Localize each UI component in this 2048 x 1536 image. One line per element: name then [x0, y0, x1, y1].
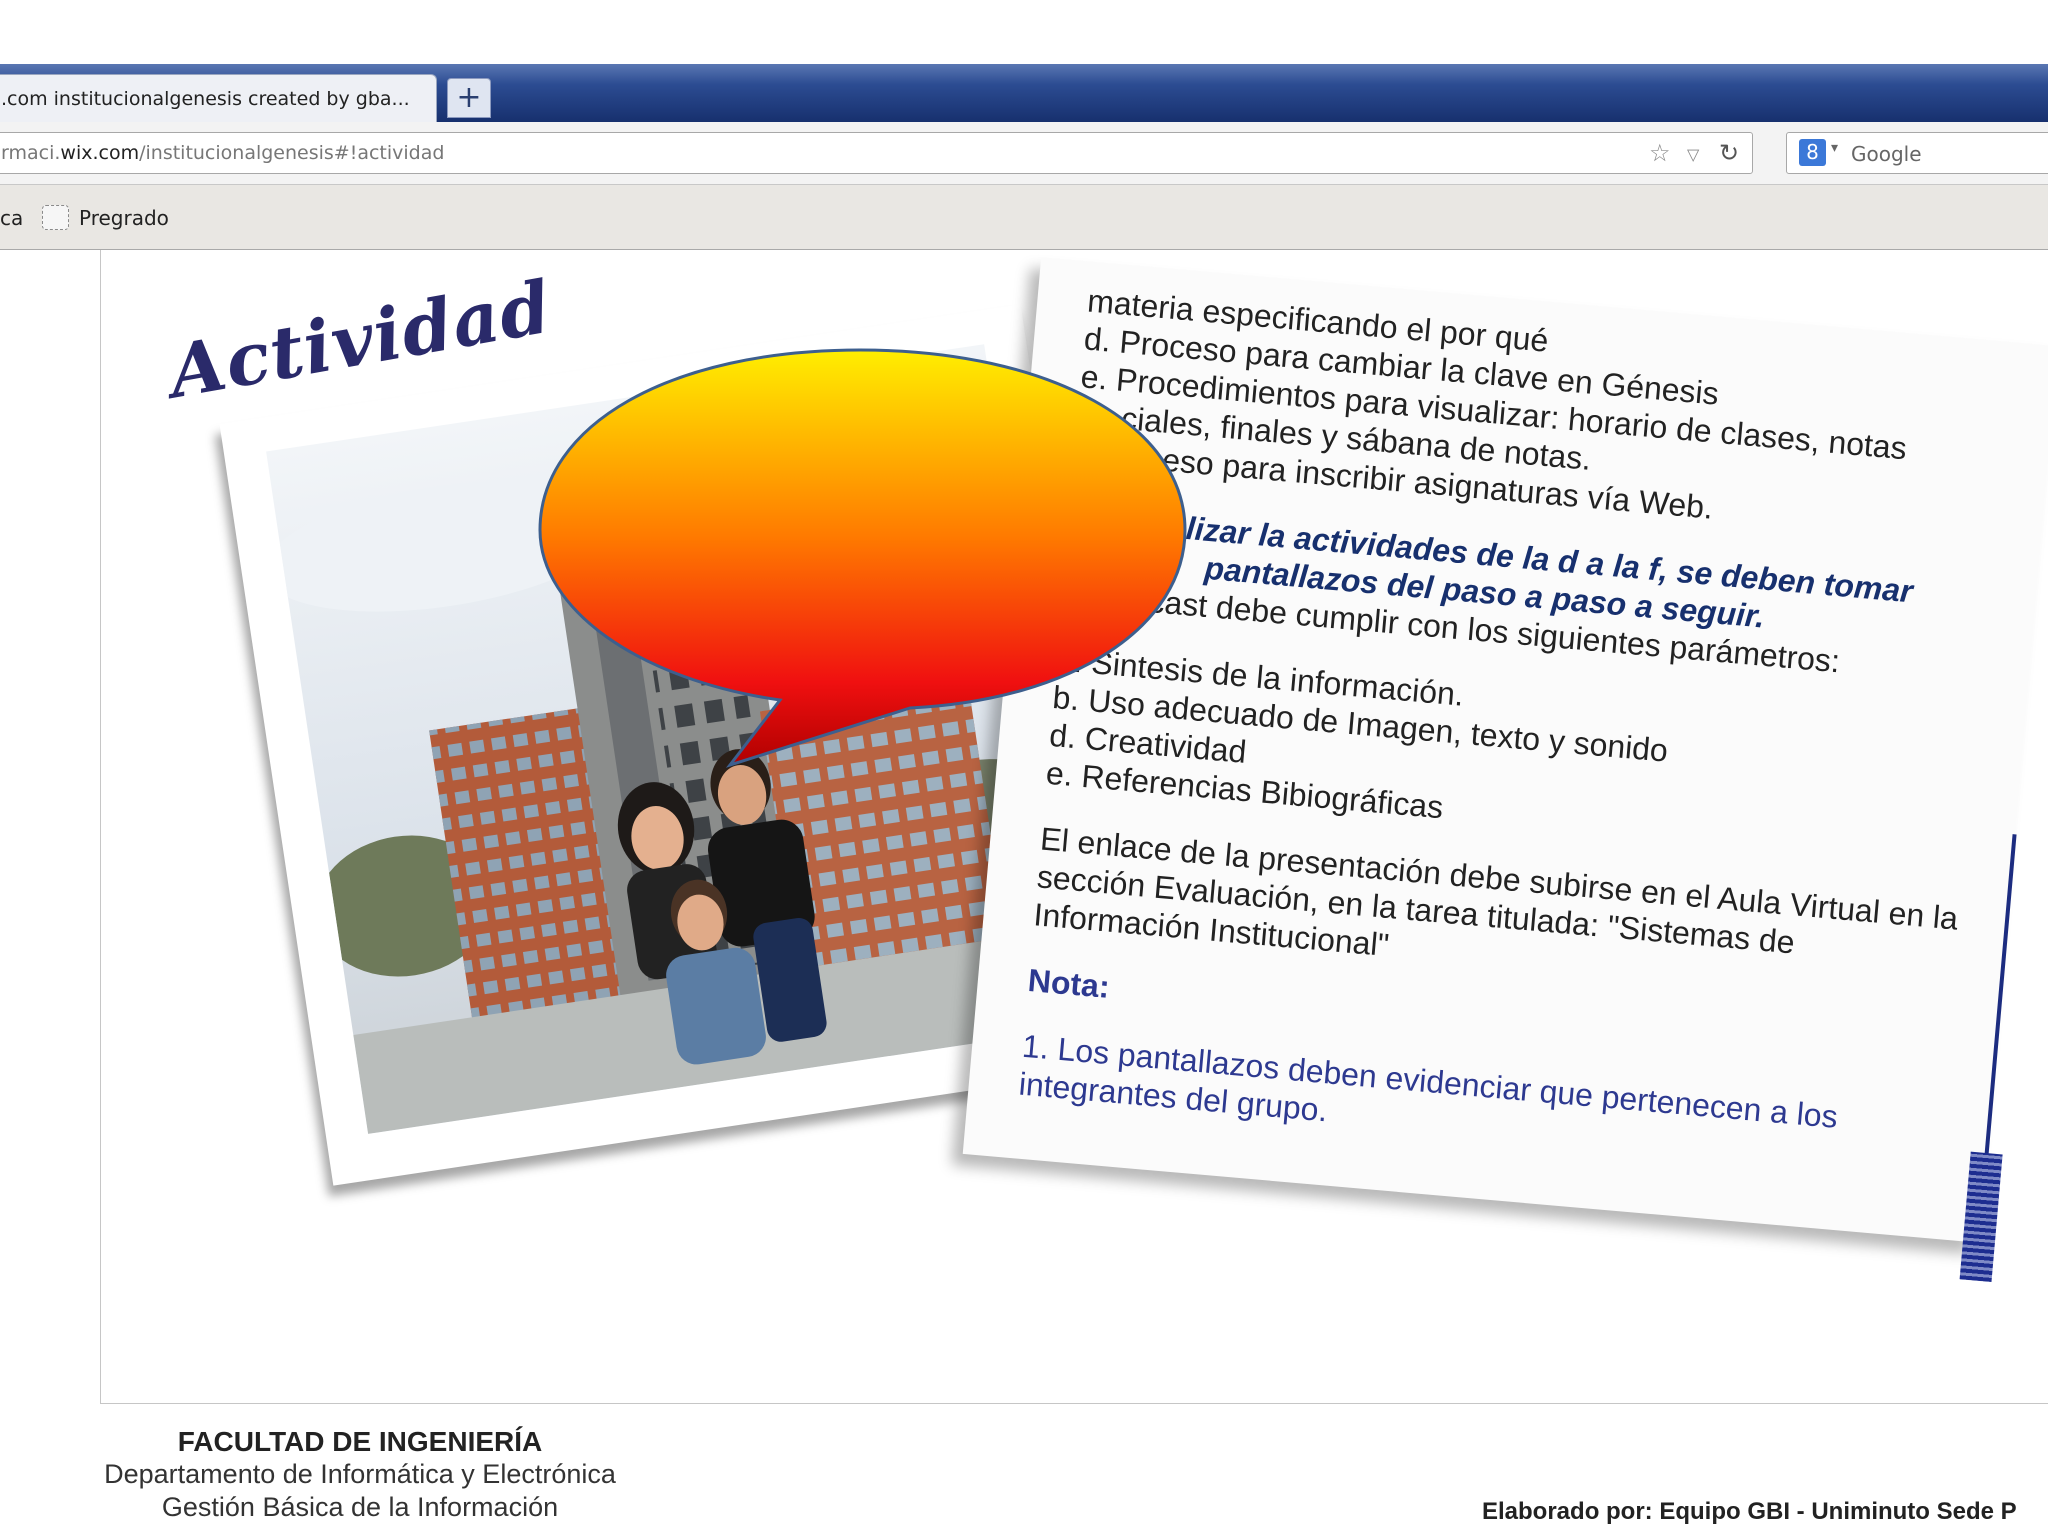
bookmark-label: Pregrado	[79, 206, 169, 230]
search-placeholder: Google	[1851, 142, 1922, 166]
url-text: rmaci.wix.com/institucionalgenesis#!acti…	[1, 142, 445, 164]
bookmark-star-icon[interactable]: ☆	[1649, 139, 1671, 167]
new-tab-button[interactable]: +	[447, 78, 491, 118]
search-engine-icon[interactable]: 8	[1799, 139, 1826, 166]
bookmark-item[interactable]: ca	[0, 206, 23, 230]
search-box[interactable]: 8 ▾ Google	[1786, 132, 2048, 174]
browser-tab[interactable]: .com institucionalgenesis created by gba…	[0, 74, 437, 123]
speech-bubble	[538, 348, 1187, 768]
history-dropdown-icon[interactable]: ▽	[1687, 145, 1699, 164]
bookmarks-bar: ca Pregrado	[0, 185, 2048, 250]
tab-title: .com institucionalgenesis created by gba…	[1, 88, 410, 110]
bookmark-item-pregrado[interactable]: Pregrado	[42, 205, 169, 232]
department-name: Departamento de Informática y Electrónic…	[104, 1459, 616, 1489]
faculty-name: FACULTAD DE INGENIERÍA	[177, 1426, 543, 1457]
footer-credit: Elaborado por: Equipo GBI - Uniminuto Se…	[1482, 1498, 2017, 1525]
course-name: Gestión Básica de la Información	[161, 1492, 559, 1522]
folder-icon	[42, 205, 69, 230]
address-bar[interactable]: rmaci.wix.com/institucionalgenesis#!acti…	[0, 132, 1753, 174]
tab-strip: .com institucionalgenesis created by gba…	[0, 64, 2048, 123]
navigation-bar: rmaci.wix.com/institucionalgenesis#!acti…	[0, 122, 2048, 185]
footer-institution: FACULTAD DE INGENIERÍA Departamento de I…	[100, 1426, 620, 1524]
reload-icon[interactable]: ↻	[1719, 139, 1739, 167]
search-engine-dropdown-icon[interactable]: ▾	[1831, 140, 1838, 156]
